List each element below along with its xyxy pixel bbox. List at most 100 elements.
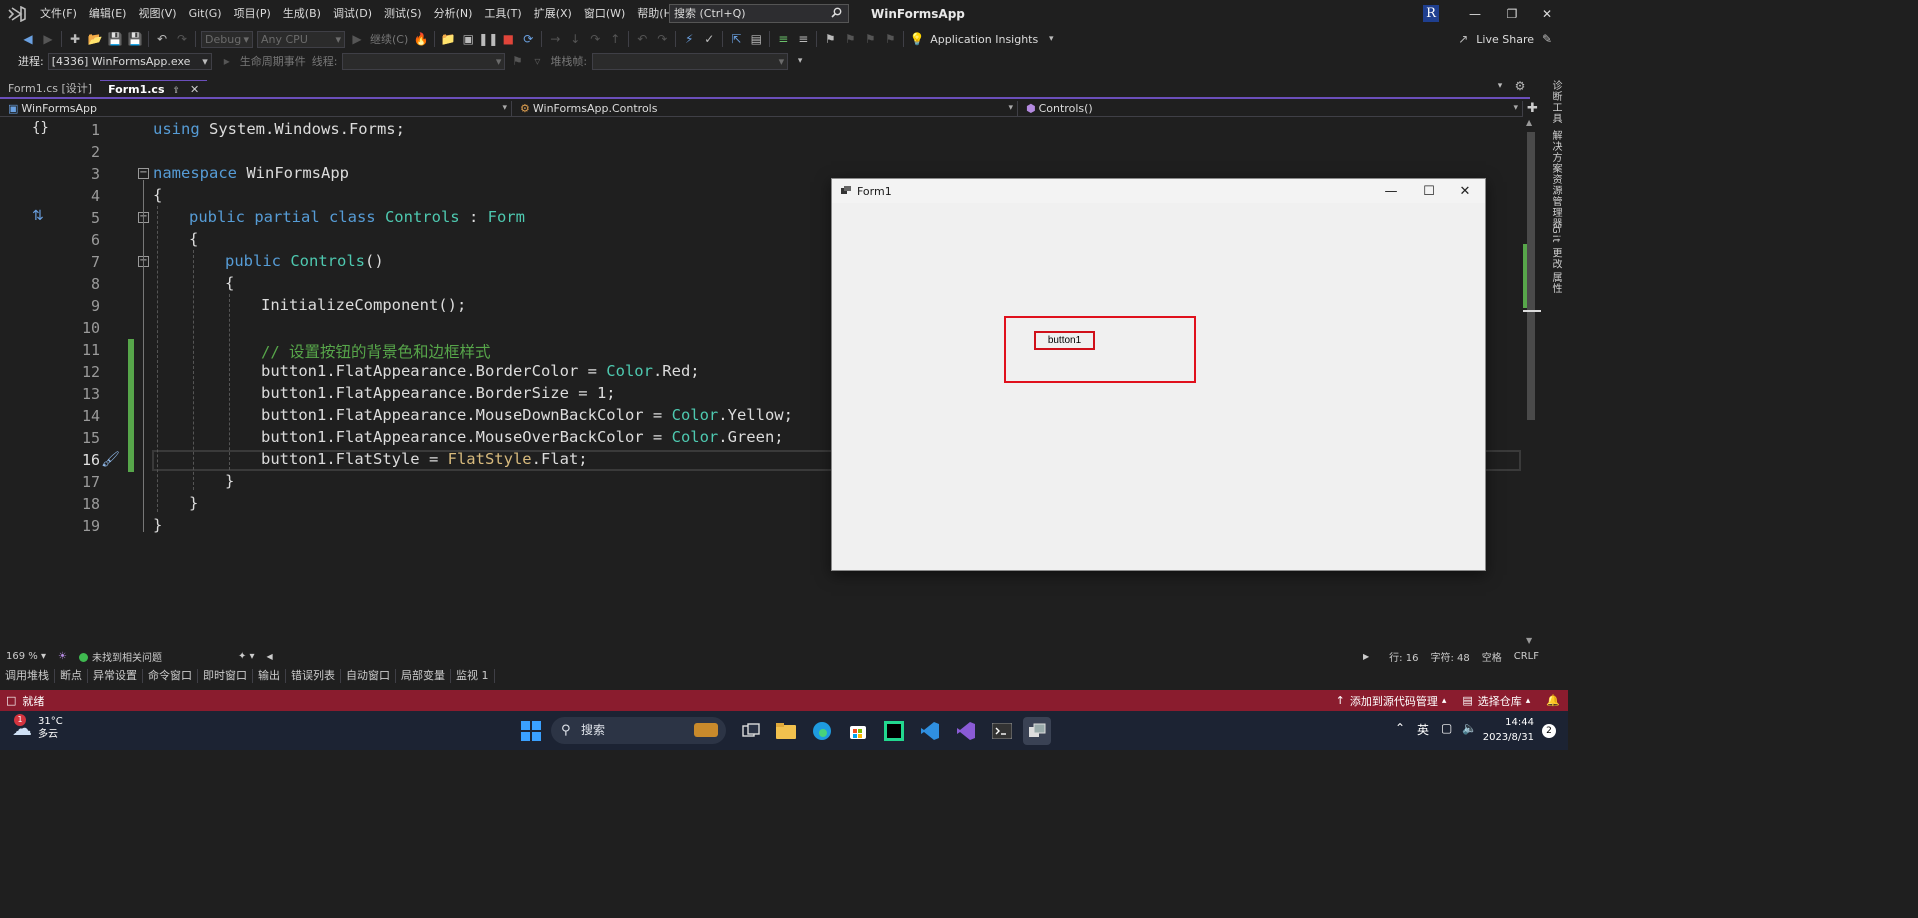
back-icon[interactable]: ◀	[19, 30, 37, 48]
bookmark-clear-icon[interactable]: ⚑	[881, 30, 899, 48]
edge-browser-icon[interactable]	[808, 717, 836, 745]
select-element-icon[interactable]: ⇱	[727, 30, 745, 48]
line-ending-indicator[interactable]: CRLF	[1514, 651, 1539, 662]
visual-studio-logo-icon[interactable]	[0, 0, 34, 28]
bookmark-icon[interactable]: ⚑	[821, 30, 839, 48]
bookmark-next-icon[interactable]: ⚑	[861, 30, 879, 48]
tab-locals[interactable]: 局部变量	[396, 669, 451, 683]
bookmark-prev-icon[interactable]: ⚑	[841, 30, 859, 48]
uncomment-icon[interactable]: ≡	[794, 30, 812, 48]
stop-icon[interactable]: ■	[499, 30, 517, 48]
quick-action-icon[interactable]: 🖌	[101, 450, 120, 468]
layout-icon[interactable]: ▣	[459, 30, 477, 48]
process-select[interactable]: [4336] WinFormsApp.exe ▾	[47, 52, 212, 70]
project-select[interactable]: ▣ WinFormsApp ▾	[0, 101, 512, 117]
chevron-up-icon[interactable]: ▴	[1526, 696, 1531, 706]
terminal-icon[interactable]	[988, 717, 1016, 745]
tab-call-stack[interactable]: 调用堆栈	[0, 669, 55, 683]
pin-icon[interactable]: ⇪	[173, 86, 181, 96]
datagrip-icon[interactable]	[880, 717, 908, 745]
redo-icon[interactable]: ↷	[173, 30, 191, 48]
chevron-up-icon[interactable]: ▴	[1442, 696, 1447, 706]
tab-list-icon[interactable]: ▾	[1491, 77, 1509, 95]
menu-git[interactable]: Git(G)	[183, 0, 228, 28]
live-tree-icon[interactable]: ▤	[747, 30, 765, 48]
lifecycle-events-button[interactable]: 生命周期事件	[240, 53, 306, 69]
vscode-icon[interactable]	[916, 717, 944, 745]
tab-command-window[interactable]: 命令窗口	[143, 669, 198, 683]
chevron-down-icon[interactable]: ▾	[791, 52, 809, 70]
form-minimize-icon[interactable]: —	[1373, 179, 1409, 203]
diagnostics-icon[interactable]: ⚡	[680, 30, 698, 48]
visual-studio-taskbar-icon[interactable]	[952, 717, 980, 745]
menu-build[interactable]: 生成(B)	[277, 0, 327, 28]
issues-indicator[interactable]: 未找到相关问题	[78, 649, 162, 664]
rail-tab-properties[interactable]: 属性	[1548, 272, 1563, 294]
menu-extensions[interactable]: 扩展(X)	[528, 0, 578, 28]
nav-back-icon[interactable]: ↶	[633, 30, 651, 48]
filter-icon[interactable]: ▿	[528, 52, 546, 70]
menu-file[interactable]: 文件(F)	[34, 0, 83, 28]
member-select[interactable]: ⬢ Controls() ▾	[1018, 101, 1523, 117]
zoom-select[interactable]: 169 % ▾	[6, 651, 46, 662]
chevron-down-icon[interactable]: ▾	[1042, 30, 1060, 48]
continue-button[interactable]: 继续(C)	[370, 31, 408, 47]
file-explorer-icon[interactable]	[772, 717, 800, 745]
tab-error-list[interactable]: 错误列表	[286, 669, 341, 683]
add-to-source-control-button[interactable]: 添加到源代码管理	[1350, 693, 1438, 709]
continue-icon[interactable]: ▶	[348, 30, 366, 48]
restart-icon[interactable]: ⟳	[519, 30, 537, 48]
save-all-icon[interactable]: 💾	[126, 30, 144, 48]
rail-tab-solution-explorer[interactable]: 解决方案资源管理器	[1548, 130, 1563, 229]
tab-watch-1[interactable]: 监视 1	[451, 669, 495, 683]
column-indicator[interactable]: 字符: 48	[1430, 649, 1469, 664]
tab-autos[interactable]: 自动窗口	[341, 669, 396, 683]
close-tab-icon[interactable]: ✕	[190, 83, 199, 96]
volume-icon[interactable]: 🔈	[1462, 721, 1477, 735]
code-lens-icon[interactable]: ⇅	[32, 208, 44, 224]
undo-icon[interactable]: ↶	[153, 30, 171, 48]
display-icon[interactable]: ▢	[1441, 721, 1452, 735]
flag-icon[interactable]: ⚑	[508, 52, 526, 70]
close-icon[interactable]: ✕	[1526, 0, 1568, 28]
comment-icon[interactable]: ≡	[774, 30, 792, 48]
rail-tab-git-changes[interactable]: Git 更改	[1548, 226, 1563, 270]
spell-check-icon[interactable]: ✓	[700, 30, 718, 48]
rail-tab-diagnostics[interactable]: 诊断工具	[1548, 80, 1563, 124]
form-maximize-icon[interactable]: ☐	[1411, 179, 1447, 203]
scroll-left-icon[interactable]: ◀	[267, 652, 273, 661]
tray-overflow-icon[interactable]: ⌃	[1395, 721, 1405, 735]
account-avatar[interactable]: R	[1423, 5, 1439, 22]
form1-window[interactable]: Form1 — ☐ ✕ button1	[831, 178, 1486, 571]
line-indicator[interactable]: 行: 16	[1389, 649, 1418, 664]
configuration-select[interactable]: Debug ▾	[201, 30, 253, 48]
menu-edit[interactable]: 编辑(E)	[83, 0, 133, 28]
scroll-down-icon[interactable]: ▼	[1526, 636, 1532, 645]
ime-indicator[interactable]: 英	[1417, 721, 1429, 738]
menu-debug[interactable]: 调试(D)	[327, 0, 378, 28]
button1[interactable]: button1	[1034, 331, 1095, 350]
code-cleanup-icon[interactable]: ✦ ▾	[238, 651, 255, 662]
folder-icon[interactable]: 📁	[439, 30, 457, 48]
scroll-up-icon[interactable]: ▲	[1526, 118, 1532, 127]
form-close-icon[interactable]: ✕	[1447, 179, 1483, 203]
running-form-icon[interactable]	[1023, 717, 1051, 745]
menu-test[interactable]: 测试(S)	[378, 0, 428, 28]
save-icon[interactable]: 💾	[106, 30, 124, 48]
tab-form1-code[interactable]: Form1.cs ⇪ ✕	[100, 80, 208, 97]
taskbar-search[interactable]: ⚲ 搜索	[551, 717, 726, 744]
menu-window[interactable]: 窗口(W)	[578, 0, 631, 28]
type-select[interactable]: ⚙ WinFormsApp.Controls ▾	[512, 101, 1018, 117]
split-editor-icon[interactable]: ✚	[1527, 101, 1538, 116]
settings-gear-icon[interactable]: ⚙	[1511, 77, 1529, 95]
application-insights-button[interactable]: Application Insights	[930, 33, 1038, 46]
editor-vertical-scrollbar[interactable]: ▲ ▼	[1523, 118, 1541, 648]
weather-widget[interactable]: ☁ 1 31°C 多云	[12, 714, 63, 741]
thread-select[interactable]: ▾	[342, 52, 506, 70]
code-map-icon[interactable]: {}	[32, 120, 49, 136]
feedback-icon[interactable]: ✎	[1538, 30, 1556, 48]
select-repository-button[interactable]: 选择仓库	[1478, 693, 1522, 709]
open-icon[interactable]: 📂	[86, 30, 104, 48]
step-out-icon[interactable]: ↑	[606, 30, 624, 48]
form1-titlebar[interactable]: Form1 — ☐ ✕	[832, 179, 1485, 203]
